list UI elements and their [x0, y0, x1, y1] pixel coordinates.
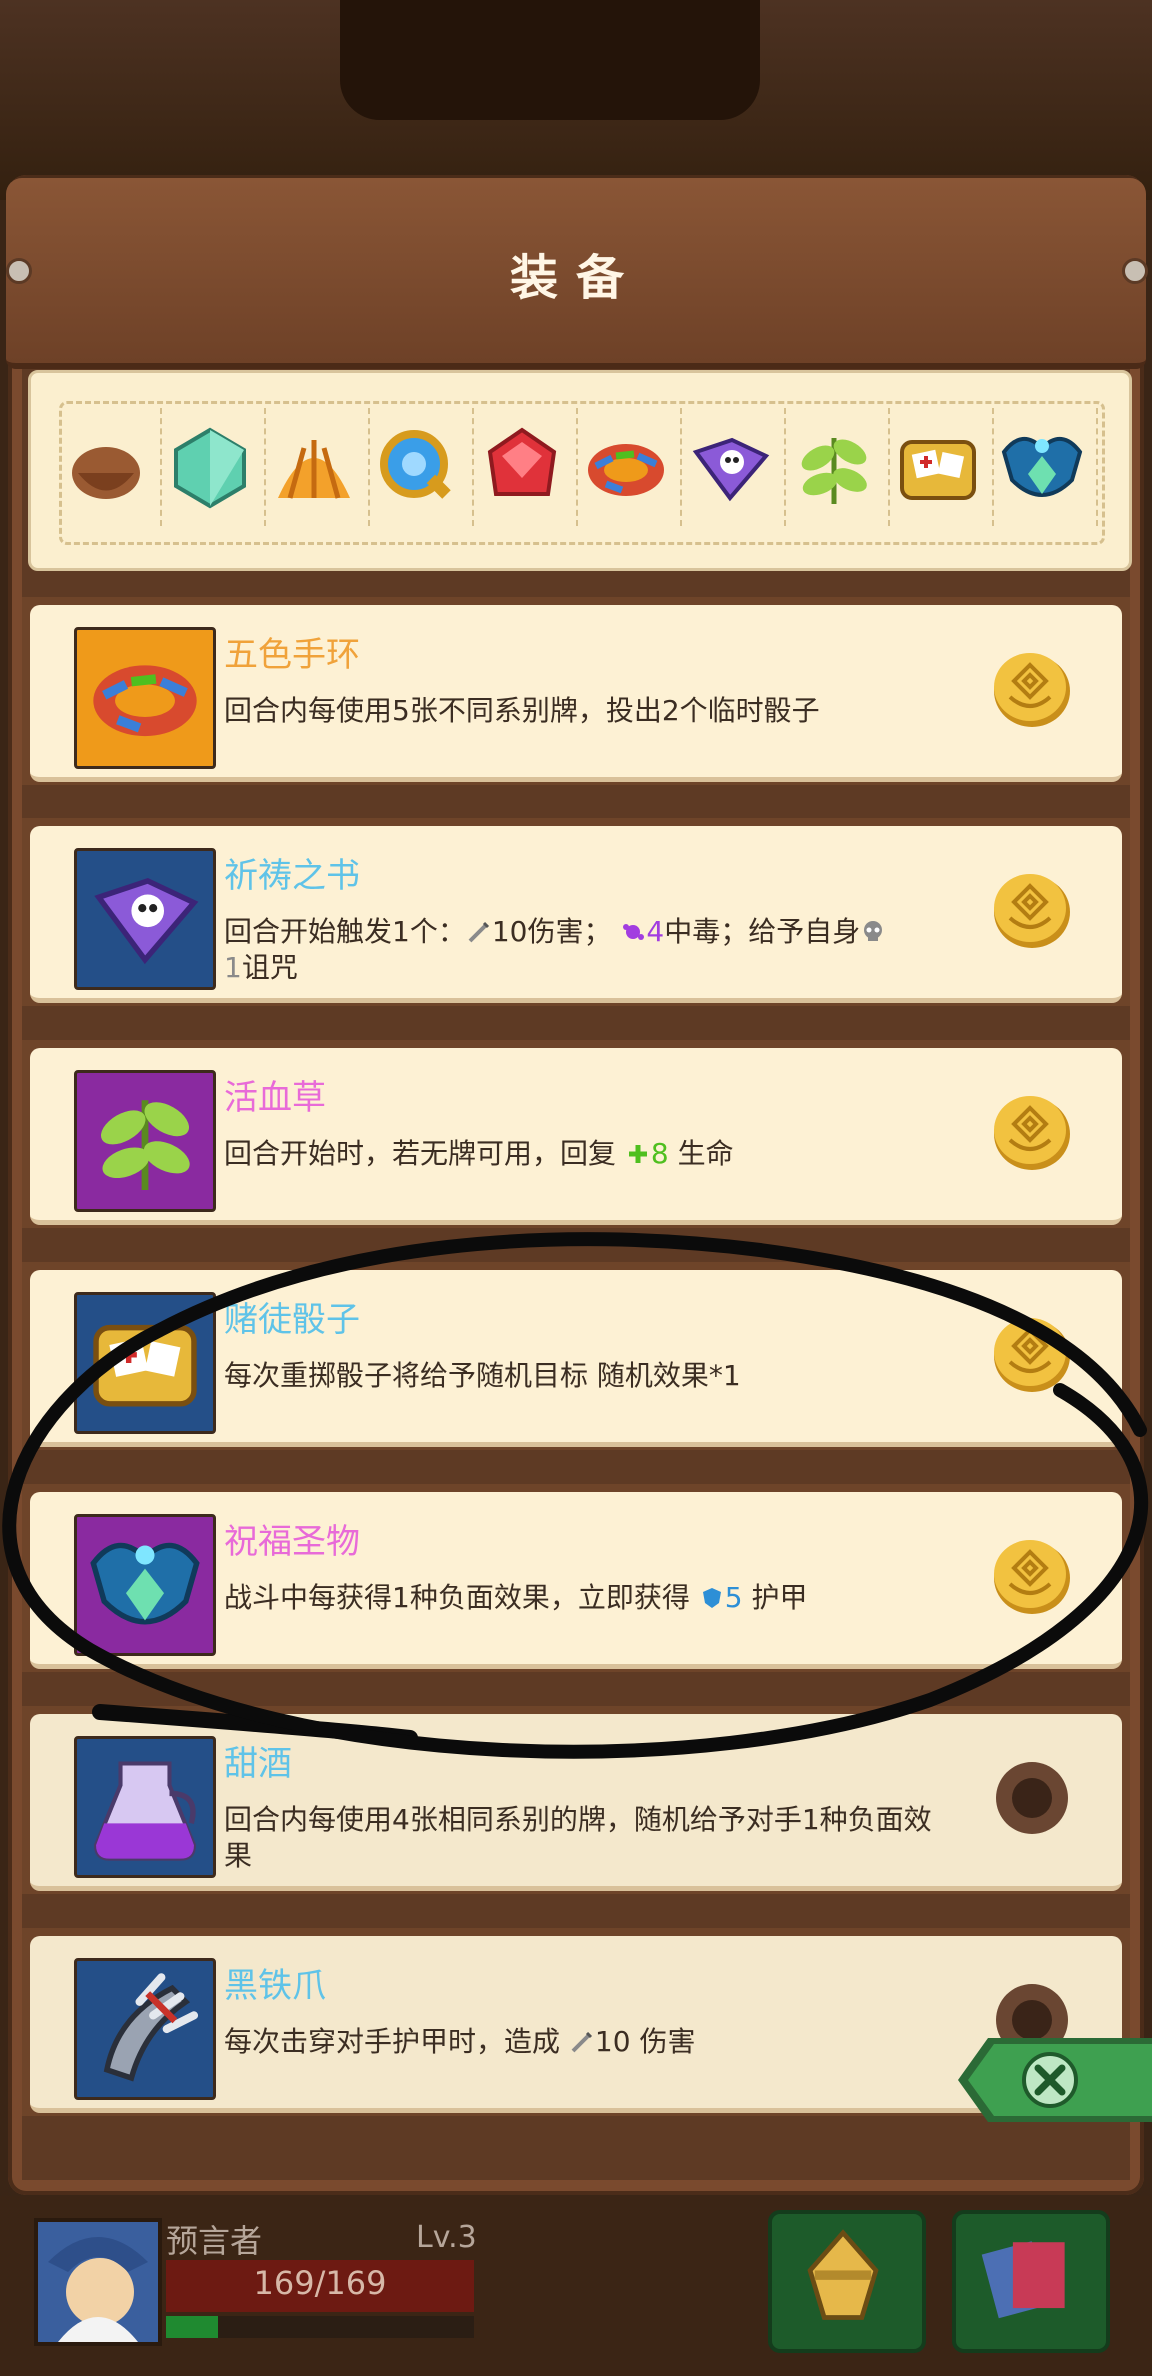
gambler-dice-icon [74, 1292, 216, 1434]
gambler-dice-icon[interactable] [888, 408, 994, 526]
desc-part: 5 [724, 1581, 743, 1614]
card-face: 祝福圣物战斗中每获得1种负面效果，立即获得 5 护甲 [30, 1492, 1122, 1669]
striped-shell-icon[interactable] [264, 408, 370, 526]
desc-part: 中毒；给予自身 [664, 915, 861, 948]
item-description: 战斗中每获得1种负面效果，立即获得 5 护甲 [224, 1580, 944, 1616]
item-name: 祈祷之书 [224, 856, 360, 896]
equipment-card[interactable]: 赌徒骰子每次重掷骰子将给予随机目标 随机效果*1 [22, 1262, 1130, 1450]
blessed-relic-icon[interactable] [992, 408, 1098, 526]
desc-part: 10 [594, 2025, 631, 2058]
equipment-card[interactable]: 祝福圣物战斗中每获得1种负面效果，立即获得 5 护甲 [22, 1484, 1130, 1672]
health-text: 169/169 [253, 2264, 387, 2302]
item-name: 祝福圣物 [224, 1522, 360, 1562]
item-description: 回合开始时，若无牌可用，回复 8 生命 [224, 1136, 944, 1172]
gold-coin-icon[interactable] [988, 1532, 1076, 1620]
five-color-bracelet-icon [74, 627, 216, 769]
desc-part: 回合开始时，若无牌可用，回复 [224, 1137, 625, 1170]
green-gem-icon[interactable] [160, 408, 266, 526]
gold-coin-icon[interactable] [988, 1310, 1076, 1398]
experience-fill [166, 2316, 219, 2338]
blood-herb-icon [74, 1070, 216, 1212]
background-decoration [340, 0, 760, 120]
leather-bag-icon[interactable] [56, 408, 162, 526]
nail-icon [1122, 258, 1148, 284]
item-name: 五色手环 [224, 635, 360, 675]
desc-part: 8 [650, 1137, 669, 1170]
five-color-bracelet-icon[interactable] [576, 408, 682, 526]
blood-herb-icon[interactable] [784, 408, 890, 526]
close-button[interactable] [958, 2030, 1152, 2130]
prayer-book-icon[interactable] [680, 408, 786, 526]
desc-part: 生命 [668, 1137, 734, 1170]
item-description: 每次重掷骰子将给予随机目标 随机效果*1 [224, 1359, 741, 1392]
equipment-card[interactable]: 活血草回合开始时，若无牌可用，回复 8 生命 [22, 1040, 1130, 1228]
desc-part: 护甲 [742, 1581, 808, 1614]
card-face: 赌徒骰子每次重掷骰子将给予随机目标 随机效果*1 [30, 1270, 1122, 1447]
desc-part: 伤害； [527, 915, 612, 948]
page-title: 装备 [509, 250, 642, 306]
equipment-card[interactable]: 甜酒回合内每使用4张相同系别的牌，随机给予对手1种负面效果 [22, 1706, 1130, 1894]
desc-part: 1 [224, 951, 242, 984]
card-face: 祈祷之书回合开始触发1个： 10伤害； 4中毒；给予自身 1诅咒 [30, 826, 1122, 1003]
nail-icon [6, 258, 32, 284]
red-ruby-icon[interactable] [472, 408, 578, 526]
item-description: 回合内每使用5张不同系别牌，投出2个临时骰子 [224, 694, 820, 727]
card-face: 五色手环回合内每使用5张不同系别牌，投出2个临时骰子 [30, 605, 1122, 782]
gold-coin-icon[interactable] [988, 645, 1076, 733]
item-name: 黑铁爪 [224, 1966, 326, 2006]
empty-slot-icon[interactable] [988, 1754, 1076, 1842]
item-name: 活血草 [224, 1078, 326, 1118]
item-description: 回合内每使用4张相同系别的牌，随机给予对手1种负面效果 [224, 1803, 932, 1872]
player-level: Lv.3 [416, 2220, 477, 2255]
desc-part: 战斗中每获得1种负面效果，立即获得 [224, 1581, 699, 1614]
experience-bar [166, 2316, 474, 2338]
desc-part: 诅咒 [241, 951, 298, 984]
cards-button[interactable] [952, 2210, 1110, 2353]
equipment-card[interactable]: 祈祷之书回合开始触发1个： 10伤害； 4中毒；给予自身 1诅咒 [22, 818, 1130, 1006]
gold-coin-icon[interactable] [988, 1088, 1076, 1176]
item-name: 赌徒骰子 [224, 1300, 360, 1340]
blue-amulet-icon[interactable] [368, 408, 474, 526]
desc-part: 伤害 [630, 2025, 696, 2058]
item-name: 甜酒 [224, 1744, 292, 1784]
deck-button[interactable] [768, 2210, 926, 2353]
blessed-relic-icon [74, 1514, 216, 1656]
item-description: 回合开始触发1个： 10伤害； 4中毒；给予自身 1诅咒 [224, 914, 944, 986]
desc-part: 4 [646, 915, 665, 948]
black-iron-claw-icon [74, 1958, 216, 2100]
panel-header: 装备 [6, 178, 1146, 369]
desc-part: 10 [491, 915, 528, 948]
item-description: 每次击穿对手护甲时，造成 10 伤害 [224, 2024, 944, 2060]
avatar[interactable] [34, 2218, 162, 2346]
desc-part: 每次击穿对手护甲时，造成 [224, 2025, 569, 2058]
equipment-card[interactable]: 五色手环回合内每使用5张不同系别牌，投出2个临时骰子 [22, 597, 1130, 785]
prayer-book-icon [74, 848, 216, 990]
gold-coin-icon[interactable] [988, 866, 1076, 954]
sweet-wine-icon [74, 1736, 216, 1878]
card-face: 活血草回合开始时，若无牌可用，回复 8 生命 [30, 1048, 1122, 1225]
card-face: 甜酒回合内每使用4张相同系别的牌，随机给予对手1种负面效果 [30, 1714, 1122, 1891]
player-name: 预言者 [166, 2222, 263, 2260]
desc-part: 回合开始触发1个： [224, 915, 466, 948]
